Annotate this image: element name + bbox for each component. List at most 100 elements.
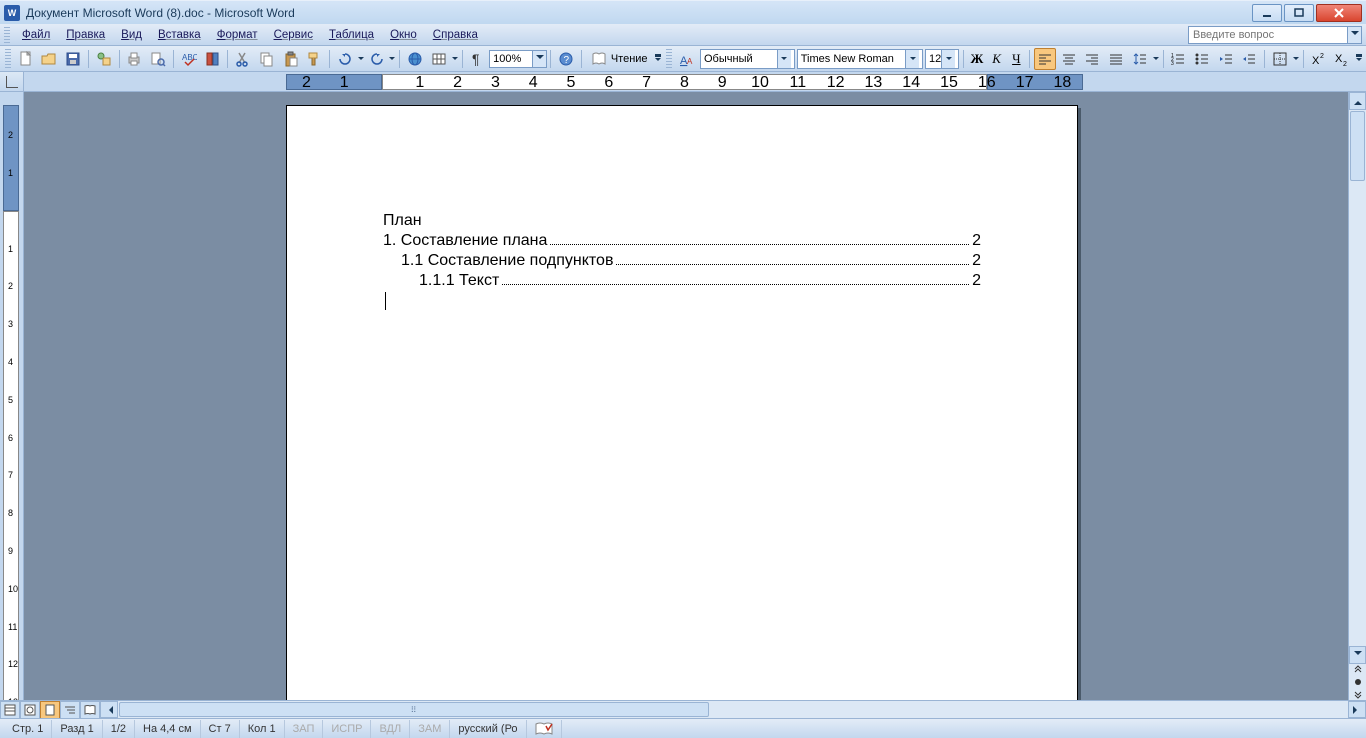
scroll-right-button[interactable] — [1348, 701, 1366, 718]
align-justify-button[interactable] — [1105, 48, 1127, 70]
align-right-button[interactable] — [1082, 48, 1104, 70]
cut-button[interactable] — [232, 48, 254, 70]
menu-table[interactable]: Таблица — [321, 27, 382, 43]
toolbar-options[interactable] — [1354, 48, 1364, 70]
vertical-scrollbar[interactable] — [1348, 92, 1366, 700]
tables-borders-button[interactable] — [428, 48, 450, 70]
minimize-button[interactable] — [1252, 4, 1282, 22]
line-spacing-button[interactable] — [1129, 48, 1151, 70]
normal-view-button[interactable] — [0, 701, 20, 719]
paste-button[interactable] — [280, 48, 302, 70]
menu-format[interactable]: Формат — [209, 27, 266, 43]
show-formatting-button[interactable]: ¶ — [466, 48, 488, 70]
bold-button[interactable]: Ж — [967, 48, 987, 70]
borders-button[interactable] — [1269, 48, 1291, 70]
status-rec[interactable]: ЗАП — [285, 720, 324, 738]
research-button[interactable] — [202, 48, 224, 70]
redo-button[interactable] — [366, 48, 388, 70]
zoom-combo[interactable] — [489, 50, 547, 68]
toolbar-grip[interactable] — [5, 49, 11, 69]
align-left-button[interactable] — [1034, 48, 1056, 70]
borders-dropdown[interactable] — [1292, 54, 1300, 63]
toolbar-grip[interactable] — [666, 49, 672, 69]
save-button[interactable] — [62, 48, 84, 70]
menu-edit[interactable]: Правка — [58, 27, 113, 43]
document-area[interactable]: План 1. Составление плана21.1 Составлени… — [24, 92, 1348, 700]
reading-layout-button[interactable] — [80, 701, 100, 719]
new-doc-button[interactable] — [15, 48, 37, 70]
hyperlink-button[interactable] — [404, 48, 426, 70]
maximize-button[interactable] — [1284, 4, 1314, 22]
status-ext[interactable]: ВДЛ — [371, 720, 410, 738]
scroll-left-button[interactable] — [100, 701, 118, 718]
toolbar-options[interactable] — [654, 48, 664, 70]
menu-insert[interactable]: Вставка — [150, 27, 209, 43]
toc-entry[interactable]: 1. Составление плана2 — [383, 232, 981, 250]
hscroll-thumb[interactable] — [119, 702, 709, 717]
zoom-dropdown[interactable] — [533, 50, 547, 68]
format-painter-button[interactable] — [303, 48, 325, 70]
print-layout-button[interactable] — [40, 701, 60, 719]
subscript-button[interactable]: X2 — [1332, 48, 1354, 70]
status-language[interactable]: русский (Ро — [450, 720, 526, 738]
tables-dropdown[interactable] — [451, 54, 459, 63]
status-spellcheck-icon[interactable] — [527, 720, 562, 738]
status-ovr[interactable]: ЗАМ — [410, 720, 450, 738]
undo-dropdown[interactable] — [357, 54, 365, 63]
numbering-button[interactable]: 123 — [1168, 48, 1190, 70]
scroll-up-button[interactable] — [1349, 92, 1366, 110]
copy-button[interactable] — [256, 48, 278, 70]
next-page-button[interactable] — [1349, 688, 1366, 700]
help-search-dropdown[interactable] — [1348, 26, 1362, 44]
font-size-combo[interactable]: 12 — [925, 49, 959, 69]
status-pages[interactable]: 1/2 — [103, 720, 135, 738]
bullets-button[interactable] — [1191, 48, 1213, 70]
web-layout-button[interactable] — [20, 701, 40, 719]
prev-page-button[interactable] — [1349, 664, 1366, 676]
print-button[interactable] — [124, 48, 146, 70]
close-button[interactable] — [1316, 4, 1362, 22]
status-line[interactable]: Ст 7 — [201, 720, 240, 738]
toc-entry[interactable]: 1.1.1 Текст2 — [383, 272, 981, 290]
status-section[interactable]: Разд 1 — [52, 720, 102, 738]
align-center-button[interactable] — [1058, 48, 1080, 70]
toolbar-grip[interactable] — [4, 27, 10, 43]
permission-button[interactable] — [93, 48, 115, 70]
zoom-input[interactable] — [489, 50, 533, 68]
font-combo[interactable]: Times New Roman — [797, 49, 923, 69]
menu-view[interactable]: Вид — [113, 27, 150, 43]
document-page[interactable]: План 1. Составление плана21.1 Составлени… — [286, 105, 1078, 700]
help-search-input[interactable] — [1188, 26, 1348, 44]
help-button[interactable]: ? — [555, 48, 577, 70]
decrease-indent-button[interactable] — [1215, 48, 1237, 70]
open-button[interactable] — [39, 48, 61, 70]
toc-entry[interactable]: 1.1 Составление подпунктов2 — [383, 252, 981, 270]
horizontal-scrollbar[interactable] — [100, 701, 1366, 718]
line-spacing-dropdown[interactable] — [1152, 54, 1160, 63]
superscript-button[interactable]: X2 — [1308, 48, 1330, 70]
status-col[interactable]: Кол 1 — [240, 720, 285, 738]
menu-help[interactable]: Справка — [425, 27, 486, 43]
spelling-button[interactable]: ABC — [178, 48, 200, 70]
style-combo[interactable]: Обычный — [700, 49, 795, 69]
read-mode-button[interactable]: Чтение — [585, 48, 654, 70]
menu-file[interactable]: Файл — [14, 27, 58, 43]
styles-button[interactable]: AA — [676, 48, 698, 70]
menu-window[interactable]: Окно — [382, 27, 425, 43]
outline-view-button[interactable] — [60, 701, 80, 719]
status-at[interactable]: На 4,4 см — [135, 720, 201, 738]
redo-dropdown[interactable] — [388, 54, 396, 63]
scroll-down-button[interactable] — [1349, 646, 1366, 664]
page-content[interactable]: План 1. Составление плана21.1 Составлени… — [287, 106, 1077, 311]
browse-object-button[interactable] — [1349, 676, 1366, 688]
underline-button[interactable]: Ч — [1006, 48, 1026, 70]
menu-tools[interactable]: Сервис — [266, 27, 321, 43]
status-trk[interactable]: ИСПР — [323, 720, 371, 738]
vertical-ruler[interactable]: 2112345678910111213 — [0, 92, 24, 700]
horizontal-ruler[interactable]: 21123456789101112131415161718 — [24, 72, 1366, 91]
tab-selector[interactable] — [0, 72, 24, 91]
increase-indent-button[interactable] — [1239, 48, 1261, 70]
print-preview-button[interactable] — [147, 48, 169, 70]
status-page[interactable]: Стр. 1 — [4, 720, 52, 738]
italic-button[interactable]: К — [987, 48, 1007, 70]
